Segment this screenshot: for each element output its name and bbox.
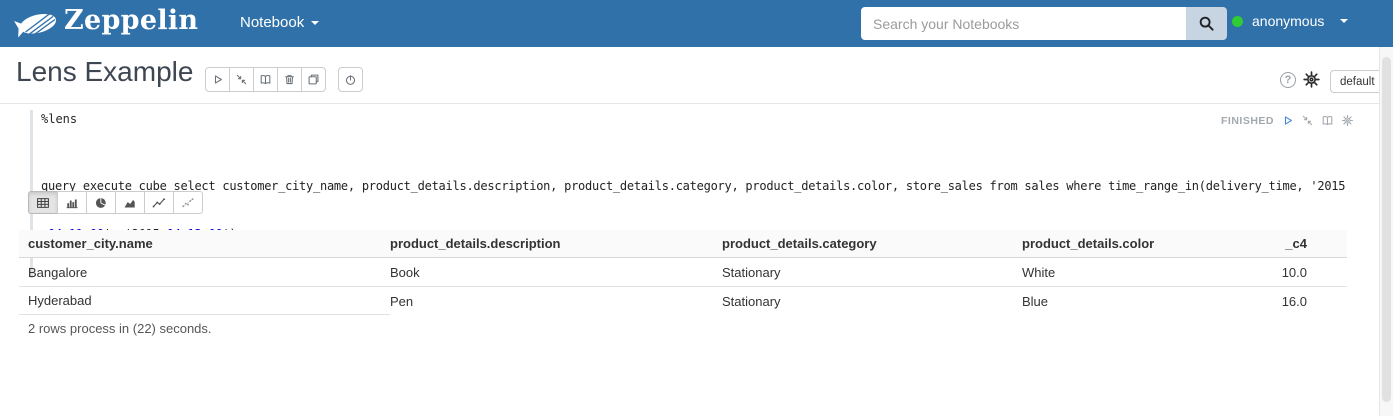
page-scrollbar [1379,47,1393,416]
display-pie-button[interactable] [86,191,116,214]
search-icon [1198,15,1215,32]
book-icon [259,73,272,86]
search-input[interactable] [861,7,1186,40]
scheduler-clock-icon [344,73,357,86]
display-type-buttons [28,191,203,214]
bar-chart-icon [65,196,79,210]
table-cell: Hyderabad [19,287,390,315]
chevron-down-icon [1340,19,1348,23]
username-label: anonymous [1252,13,1324,29]
play-icon [211,73,224,86]
result-table: customer_city.nameproduct_details.descri… [19,230,1347,315]
column-header[interactable]: product_details.description [390,230,722,257]
table-cell: Blue [1022,287,1278,315]
code-line-1: query execute cube select customer_city_… [41,178,1360,194]
paragraph-status-label: FINISHED [1221,115,1274,127]
search-button[interactable] [1186,7,1227,40]
play-button[interactable] [205,67,230,92]
clone-icon [307,73,320,86]
result-footer: 2 rows process in (22) seconds. [28,321,212,336]
table-cell: Book [390,258,722,286]
table-cell: 16.0 [1278,287,1347,315]
note-toolbar [205,67,326,92]
table-chart-icon [36,196,50,210]
compress-button[interactable] [229,67,254,92]
zeppelin-logo-icon[interactable] [14,7,60,40]
table-cell: Stationary [722,287,1022,315]
brand-title[interactable]: Zeppelin [64,5,198,36]
paragraph-gear-button[interactable] [1341,114,1354,127]
settings-gear-button[interactable] [1302,70,1321,89]
table-cell: Bangalore [19,258,390,286]
paragraph-status: FINISHED [1221,114,1354,127]
trash-button[interactable] [277,67,302,92]
table-header-row: customer_city.nameproduct_details.descri… [19,230,1347,258]
menu-notebook[interactable]: Notebook [240,14,319,31]
line-chart-icon [152,196,166,210]
display-table-button[interactable] [28,191,58,214]
top-navbar: Zeppelin Notebook anonymous [0,0,1393,47]
column-header[interactable]: product_details.color [1022,230,1278,257]
paragraph-compress-button[interactable] [1301,114,1314,127]
note-title[interactable]: Lens Example [16,56,193,88]
scatter-chart-icon [181,196,195,210]
display-scatter-button[interactable] [173,191,203,214]
table-cell: 10.0 [1278,258,1347,286]
user-menu[interactable]: anonymous [1232,13,1348,29]
display-bar-button[interactable] [57,191,87,214]
paragraph-book-button[interactable] [1321,114,1334,127]
trash-icon [283,73,296,86]
table-row: BangaloreBookStationaryWhite10.0 [19,258,1347,287]
chevron-down-icon [311,21,319,25]
menu-notebook-label: Notebook [240,14,304,31]
table-cell: Pen [390,287,722,315]
paragraph-play-button[interactable] [1281,114,1294,127]
table-cell: Stationary [722,258,1022,286]
status-dot-icon [1232,16,1243,27]
scrollbar-thumb[interactable] [1382,57,1391,402]
scheduler-button[interactable] [338,67,363,92]
column-header[interactable]: product_details.category [722,230,1022,257]
column-header[interactable]: _c4 [1278,230,1347,257]
display-area-button[interactable] [115,191,145,214]
help-button[interactable]: ? [1280,72,1296,88]
search-box [861,7,1227,40]
compress-icon [235,73,248,86]
column-header[interactable]: customer_city.name [19,230,390,257]
interpreter-magic: %lens [41,112,1360,126]
table-row: HyderabadPenStationaryBlue16.0 [19,287,1347,315]
help-label: ? [1285,74,1292,86]
area-chart-icon [123,196,137,210]
clone-button[interactable] [301,67,326,92]
book-button[interactable] [253,67,278,92]
titlebar-divider [0,103,1393,104]
interpreter-binding-label: default [1340,76,1375,88]
pie-chart-icon [94,196,108,210]
table-cell: White [1022,258,1278,286]
display-line-button[interactable] [144,191,174,214]
scheduler-group [338,67,363,92]
